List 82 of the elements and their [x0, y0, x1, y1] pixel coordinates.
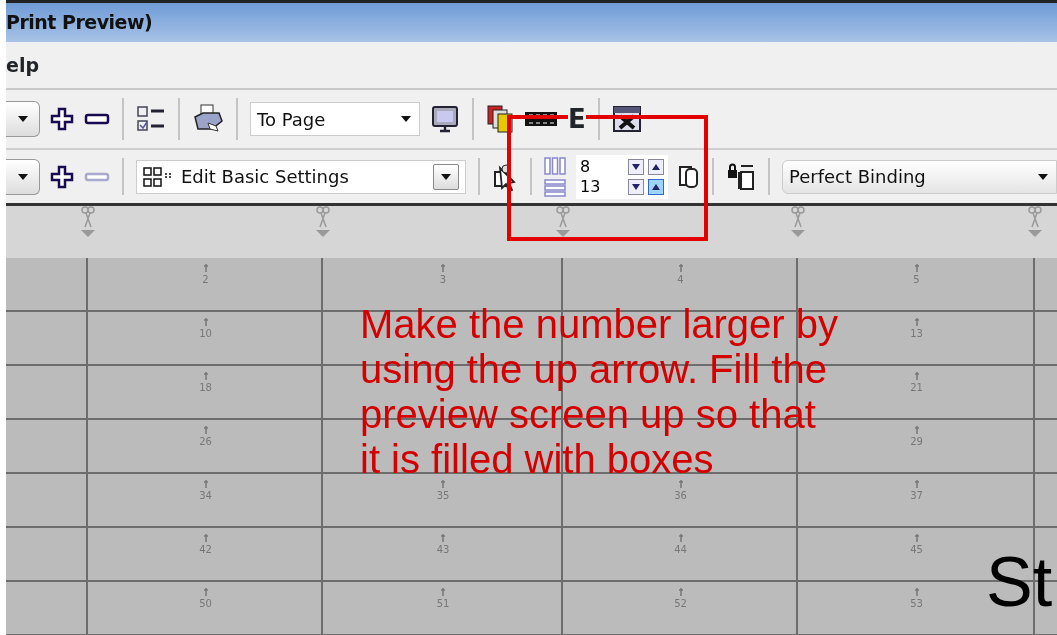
- scissors-icon: [791, 206, 805, 228]
- printer-icon[interactable]: [192, 103, 224, 135]
- instruction-text: Make the number larger by using the up arrow. Fill the preview screen up so that it is filled with boxes: [360, 302, 838, 482]
- page-mark-icon: [202, 534, 209, 542]
- page-number: 42: [199, 543, 212, 557]
- scissors-icon: [81, 206, 95, 228]
- page-mark-icon: [440, 588, 446, 596]
- page-mark-icon: [202, 480, 209, 488]
- page-mark-icon: [440, 480, 446, 488]
- plus-icon[interactable]: [50, 164, 74, 189]
- page-number: 26: [199, 435, 212, 449]
- page-number: 2: [202, 273, 209, 287]
- page-number: 43: [436, 543, 450, 557]
- page-mark-icon: [913, 480, 920, 488]
- page-number: 37: [910, 489, 923, 503]
- down-arrow-icon: [631, 162, 641, 171]
- page-number: 52: [674, 597, 687, 611]
- page-mark-icon: [202, 588, 209, 596]
- page-number: 34: [199, 489, 212, 503]
- marker-triangle-icon: [555, 228, 571, 238]
- page-number: 18: [199, 381, 212, 395]
- window-title: Print Preview): [6, 0, 1057, 42]
- page-number: 44: [674, 543, 687, 557]
- page-mark-icon: [202, 372, 209, 380]
- page-mark-icon: [677, 480, 684, 488]
- spin-down-button[interactable]: [628, 158, 644, 175]
- stacked-pages-icon[interactable]: [486, 104, 514, 134]
- scissors-icon: [556, 206, 570, 228]
- marker-triangle-icon: [1027, 228, 1043, 238]
- down-arrow-icon: [631, 182, 641, 191]
- rows-icon: [544, 178, 566, 197]
- page-number: 13: [910, 327, 923, 341]
- page-mark-icon: [440, 264, 446, 272]
- pointer-pages-icon[interactable]: [492, 161, 518, 192]
- scissors-icon: [1028, 206, 1042, 228]
- page-mark-icon: [202, 264, 209, 272]
- page-mark-icon: [440, 534, 446, 542]
- columns-icon: [544, 156, 566, 175]
- page-number: 3: [439, 273, 447, 287]
- spin-up-button[interactable]: [648, 178, 664, 195]
- page-mark-icon: [677, 588, 684, 596]
- plus-icon[interactable]: [50, 107, 74, 131]
- binding-dropdown[interactable]: Perfect Binding: [782, 159, 1057, 194]
- page-number: 10: [199, 327, 212, 341]
- page-number: 35: [436, 489, 450, 503]
- dropdown-button[interactable]: [6, 158, 40, 195]
- menu-item[interactable]: elp: [6, 50, 39, 80]
- marker-triangle-icon: [315, 228, 331, 238]
- page-number: 50: [199, 597, 212, 611]
- style-dropdown[interactable]: Edit Basic Settings: [136, 159, 466, 194]
- spin-up-button[interactable]: [648, 158, 664, 175]
- marker-triangle-icon: [80, 228, 96, 238]
- page-number: 53: [910, 597, 923, 611]
- slide-text: St: [986, 546, 1053, 618]
- page-number: 51: [436, 597, 450, 611]
- page-mark-icon: [913, 534, 920, 542]
- page-mark-icon: [677, 264, 684, 272]
- spin-down-button[interactable]: [628, 178, 644, 195]
- dropdown-button[interactable]: [6, 101, 40, 137]
- checklist-icon[interactable]: [136, 104, 166, 134]
- page-number: 29: [910, 435, 923, 449]
- page-mark-icon: [202, 318, 209, 326]
- page-number: 45: [910, 543, 923, 557]
- lock-resize-icon[interactable]: [726, 161, 756, 192]
- up-arrow-icon: [651, 162, 661, 171]
- zoom-dropdown[interactable]: To Page: [250, 102, 420, 136]
- scissors-icon: [316, 206, 330, 228]
- page-mark-icon: [913, 372, 920, 380]
- page-mark-icon: [677, 534, 684, 542]
- page-mark-icon: [913, 588, 920, 596]
- page-number: 4: [677, 273, 684, 287]
- page-number: 36: [674, 489, 687, 503]
- page-number: 21: [910, 381, 923, 395]
- page-mark-icon: [913, 318, 920, 326]
- page-mark-icon: [913, 426, 920, 434]
- up-arrow-icon: [651, 182, 661, 191]
- monitor-icon[interactable]: [430, 104, 460, 134]
- page-mark-icon: [202, 426, 209, 434]
- page-number: 5: [913, 273, 920, 287]
- grid-icon: [143, 165, 173, 188]
- page-mark-icon: [913, 264, 920, 272]
- marker-triangle-icon: [790, 228, 806, 238]
